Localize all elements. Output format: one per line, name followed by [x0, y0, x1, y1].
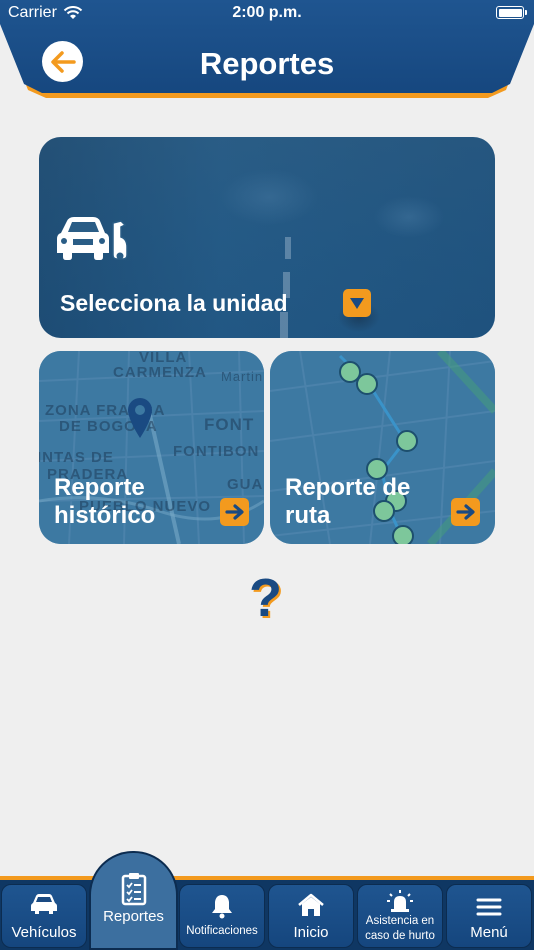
clipboard-icon — [121, 873, 146, 906]
nav-reports-label: Reportes — [103, 908, 164, 925]
nav-notifications[interactable]: Notificaciones — [179, 884, 265, 948]
historic-report-card[interactable]: VILLA CARMENZA Martin ZONA FRANCA DE BOG… — [39, 351, 264, 544]
status-time: 2:00 p.m. — [232, 4, 302, 21]
arrow-right-icon — [224, 504, 244, 520]
nav-menu-label: Menú — [470, 924, 508, 941]
select-unit-label: Selecciona la unidad — [60, 290, 288, 316]
arrow-right-icon — [455, 504, 475, 520]
select-unit-card[interactable]: Selecciona la unidad — [39, 137, 495, 338]
home-icon — [298, 893, 324, 916]
nav-theft-assistance-label: Asistencia en caso de hurto — [365, 915, 435, 942]
nav-home[interactable]: Inicio — [268, 884, 354, 948]
nav-theft-assistance[interactable]: Asistencia en caso de hurto — [357, 884, 443, 948]
map-label: INTAS DE — [39, 449, 114, 466]
nav-vehicles[interactable]: Vehículos — [1, 884, 87, 948]
bell-icon — [212, 895, 232, 919]
car-motorcycle-icon — [57, 217, 128, 260]
map-label: Martin — [221, 369, 264, 384]
help-icon[interactable]: ? — [249, 571, 285, 625]
nav-vehicles-label: Vehículos — [11, 924, 77, 941]
map-label: GUADU — [227, 476, 264, 493]
nav-notifications-label: Notificaciones — [186, 925, 258, 937]
alarm-siren-icon — [387, 890, 413, 912]
historic-report-title: Reporte histórico — [54, 474, 156, 529]
unit-dropdown-button[interactable] — [343, 289, 371, 317]
triangle-down-icon — [350, 297, 364, 309]
map-label: FONT — [204, 415, 255, 434]
nav-home-label: Inicio — [293, 924, 329, 941]
header: Carrier 2:00 p.m. Reportes — [0, 0, 534, 100]
status-bar: Carrier 2:00 p.m. — [0, 0, 534, 26]
location-pin-icon — [128, 398, 152, 438]
car-icon — [31, 894, 57, 914]
historic-report-go-button[interactable] — [220, 498, 249, 526]
page-title: Reportes — [199, 46, 335, 81]
route-report-go-button[interactable] — [451, 498, 480, 526]
nav-menu[interactable]: Menú — [446, 884, 532, 948]
route-report-card[interactable]: Reporte de ruta — [270, 351, 495, 544]
route-report-title: Reporte de ruta — [285, 474, 411, 529]
battery-icon — [496, 6, 527, 19]
map-label: CARMENZA — [113, 364, 207, 381]
hamburger-menu-icon — [476, 898, 502, 916]
map-label: FONTIBON — [173, 443, 260, 460]
